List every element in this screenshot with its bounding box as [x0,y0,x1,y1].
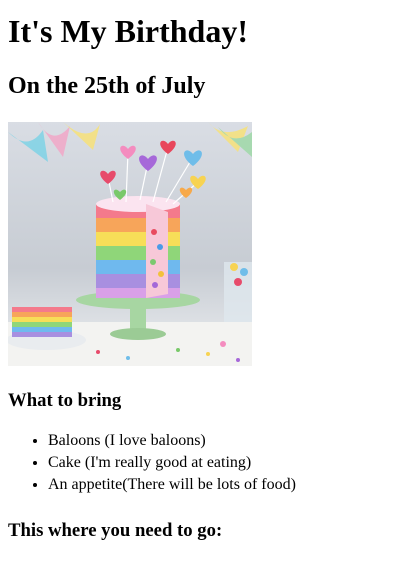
page-title: It's My Birthday! [8,13,248,49]
directions-heading: This where you need to go: [8,520,223,541]
bring-list: Baloons (I love baloons) Cake (I'm reall… [8,430,396,496]
cake-image [8,122,252,366]
list-item: Cake (I'm really good at eating) [48,452,396,474]
date-heading: On the 25th of July [8,73,206,99]
bring-heading: What to bring [8,390,122,411]
list-item: An appetite(There will be lots of food) [48,474,396,496]
list-item: Baloons (I love baloons) [48,430,396,452]
